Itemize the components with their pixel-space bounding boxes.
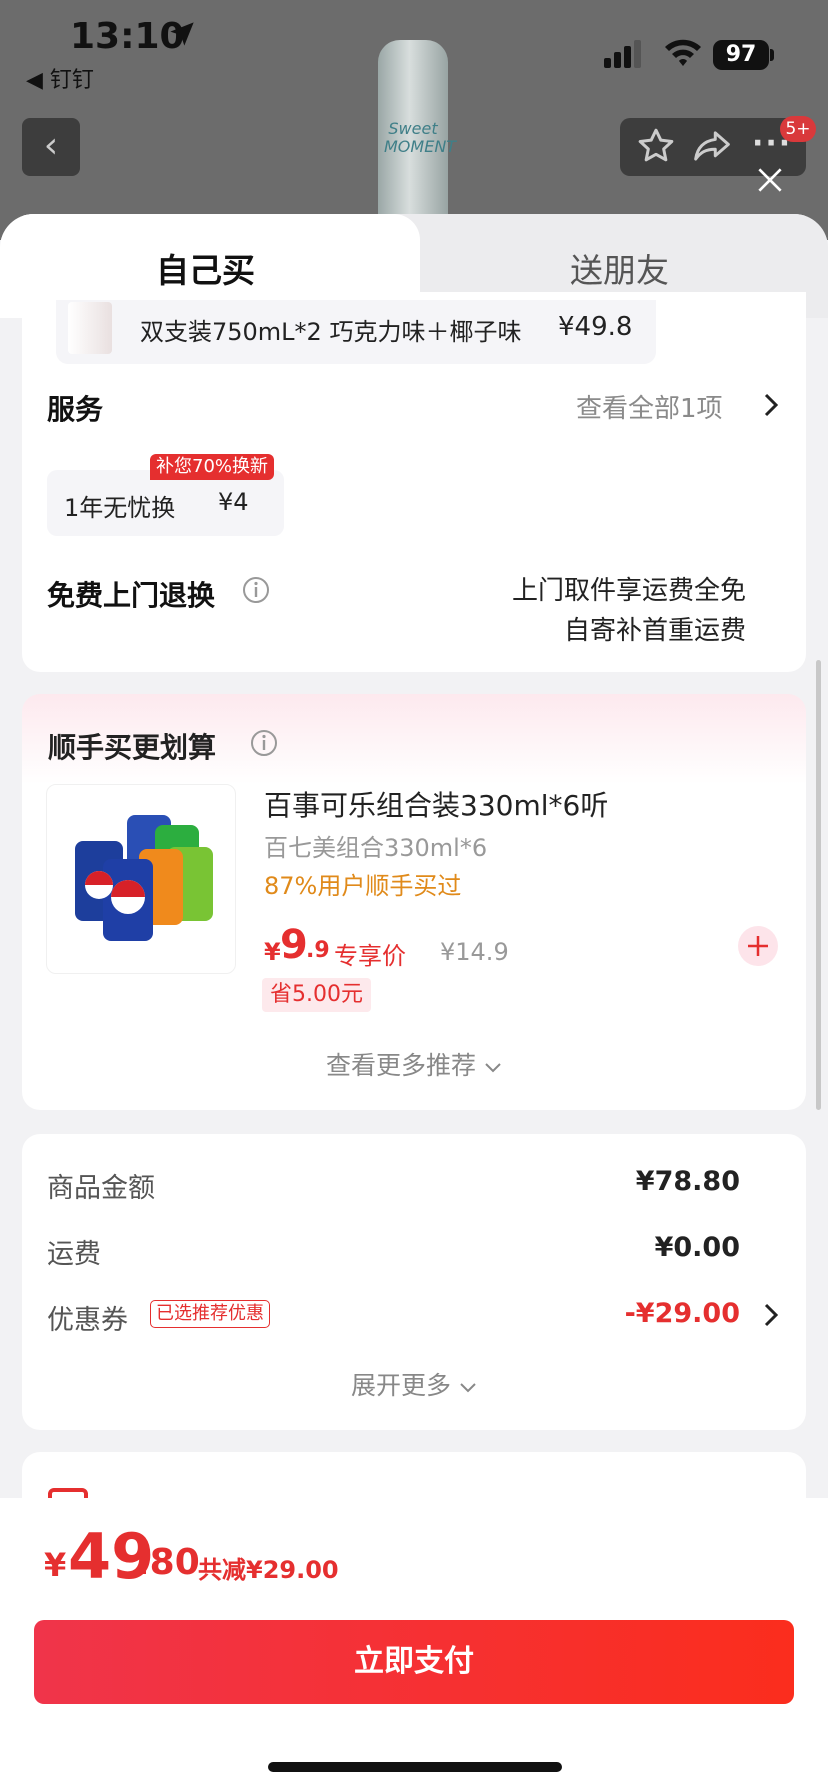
total-currency: ¥ bbox=[44, 1546, 67, 1584]
shipping-label: 运费 bbox=[47, 1239, 101, 1270]
cellular-signal-icon bbox=[604, 40, 641, 68]
free-return-title: 免费上门退换 bbox=[47, 579, 216, 612]
soda-cans-image bbox=[75, 815, 213, 941]
chevron-down-icon bbox=[460, 1383, 476, 1393]
recommend-title: 顺手买更划算 bbox=[48, 731, 217, 764]
add-to-order-button[interactable] bbox=[738, 926, 778, 966]
tab-self-buy[interactable]: 自己买 bbox=[156, 244, 255, 292]
price-decimal: .9 bbox=[306, 938, 330, 963]
price-currency: ¥ bbox=[264, 938, 281, 966]
bottle-label: Sweet MOMENT bbox=[384, 119, 457, 156]
product-name[interactable]: 百事可乐组合装330ml*6听 bbox=[264, 784, 608, 824]
favorite-star-icon[interactable] bbox=[636, 126, 676, 166]
home-indicator[interactable] bbox=[268, 1762, 562, 1772]
location-arrow-icon bbox=[170, 22, 194, 46]
share-icon[interactable] bbox=[692, 128, 732, 164]
info-icon[interactable] bbox=[242, 576, 270, 604]
free-return-self-ship-note: 自寄补首重运费 bbox=[563, 616, 746, 646]
chevron-down-icon bbox=[485, 1063, 501, 1073]
coupon-label: 优惠券 bbox=[47, 1305, 128, 1336]
goods-amount-value: ¥78.80 bbox=[635, 1166, 740, 1197]
expand-more-label: 展开更多 bbox=[351, 1371, 452, 1400]
total-decimal: .80 bbox=[136, 1542, 200, 1583]
coupon-status-tag: 已选推荐优惠 bbox=[150, 1300, 270, 1328]
plus-icon bbox=[748, 936, 768, 956]
product-buy-rate: 87%用户顺手买过 bbox=[264, 872, 462, 900]
total-discount: 共减¥29.00 bbox=[198, 1556, 339, 1584]
service-option-name: 1年无忧换 bbox=[64, 494, 176, 522]
expand-more-link[interactable]: 展开更多 bbox=[0, 1366, 828, 1402]
message-count-badge: 5+ bbox=[780, 116, 816, 142]
price-integer: 9 bbox=[280, 922, 308, 968]
variant-spec: 双支装750mL*2 巧克力味＋椰子味 bbox=[140, 318, 522, 346]
savings-tag: 省5.00元 bbox=[262, 978, 371, 1012]
wifi-icon bbox=[665, 39, 701, 66]
chevron-right-icon[interactable] bbox=[762, 392, 780, 418]
variant-thumbnail bbox=[68, 302, 112, 354]
more-recommendations-label: 查看更多推荐 bbox=[326, 1051, 477, 1080]
service-promo-tag: 补您70%换新 bbox=[150, 454, 275, 480]
free-return-pickup-note: 上门取件享运费全免 bbox=[511, 576, 746, 606]
coupon-value[interactable]: -¥29.00 bbox=[625, 1298, 740, 1329]
service-title: 服务 bbox=[47, 393, 104, 426]
battery-tip bbox=[770, 49, 774, 61]
chevron-right-icon[interactable] bbox=[762, 1302, 780, 1328]
close-icon[interactable] bbox=[754, 164, 786, 196]
info-icon[interactable] bbox=[250, 729, 278, 757]
battery-indicator: 97 bbox=[713, 40, 769, 70]
product-subtitle: 百七美组合330ml*6 bbox=[264, 834, 488, 862]
more-recommendations-link[interactable]: 查看更多推荐 bbox=[0, 1046, 828, 1082]
service-option-price: ¥4 bbox=[218, 488, 249, 516]
original-price: ¥14.9 bbox=[440, 938, 509, 966]
back-to-app-link[interactable]: ◀ 钉钉 bbox=[26, 62, 94, 94]
goods-amount-label: 商品金额 bbox=[47, 1173, 155, 1204]
pay-now-button[interactable]: 立即支付 bbox=[34, 1620, 794, 1704]
product-image[interactable] bbox=[46, 784, 236, 974]
variant-price: ¥49.8 bbox=[558, 312, 633, 342]
scrollbar[interactable] bbox=[816, 660, 821, 1110]
back-button[interactable]: ‹ bbox=[22, 118, 80, 176]
service-view-all-link[interactable]: 查看全部1项 bbox=[576, 388, 723, 425]
tab-gift-friend[interactable]: 送朋友 bbox=[570, 244, 669, 292]
price-label: 专享价 bbox=[334, 942, 406, 970]
shipping-value: ¥0.00 bbox=[654, 1232, 740, 1263]
